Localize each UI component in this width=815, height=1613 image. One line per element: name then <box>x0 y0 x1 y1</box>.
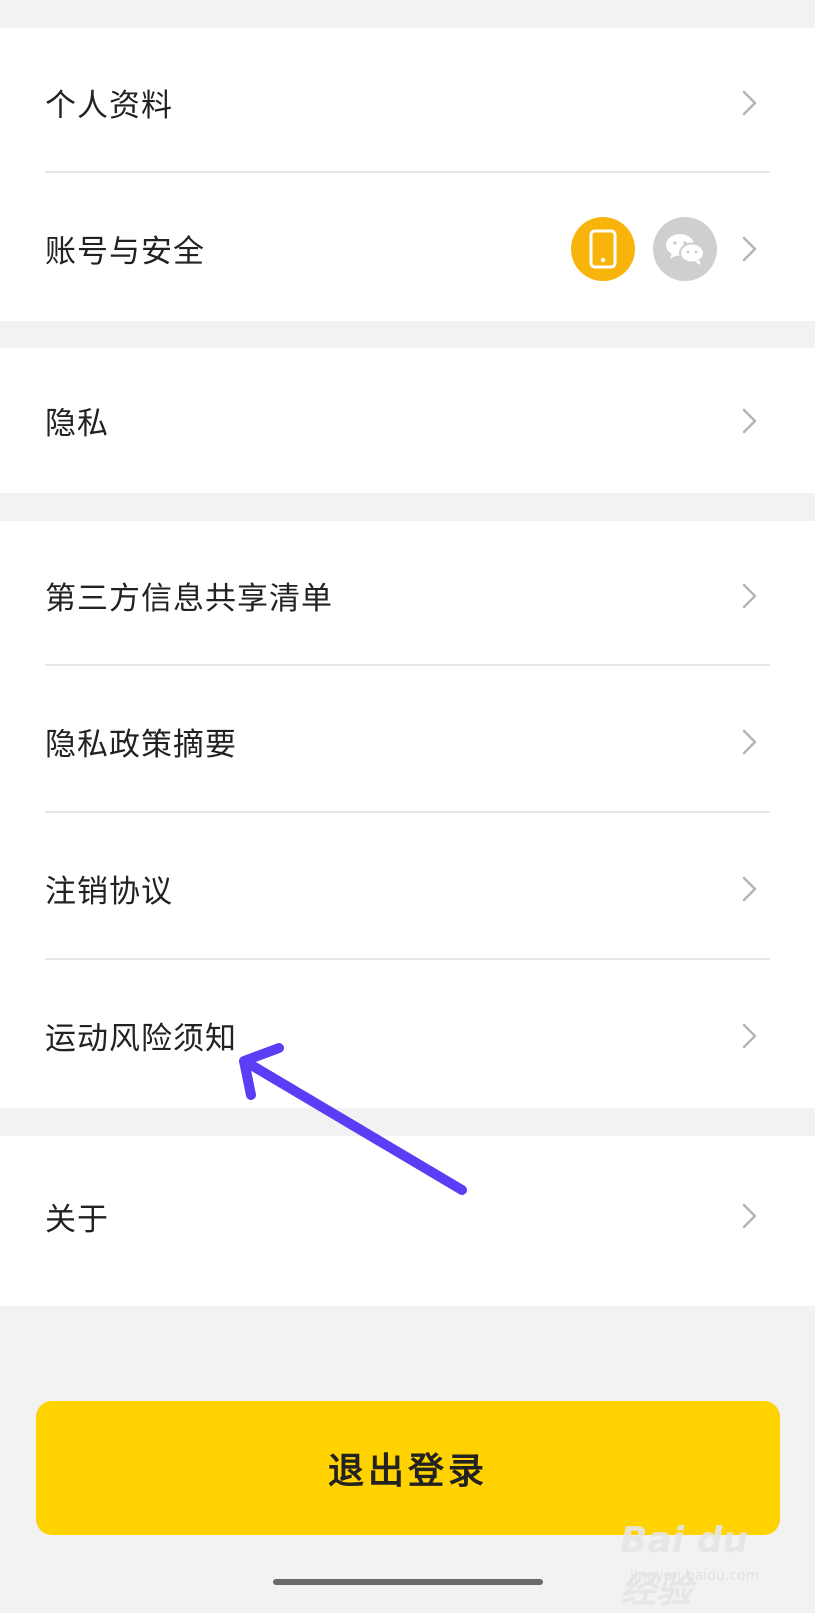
profile-row[interactable]: 个人资料 <box>0 28 815 177</box>
sport-risk-label: 运动风险须知 <box>45 1021 237 1057</box>
settings-group-about: 关于 <box>0 1136 815 1306</box>
bound-accounts <box>571 216 717 281</box>
third-party-row[interactable]: 第三方信息共享清单 <box>0 521 815 670</box>
profile-label: 个人资料 <box>45 88 173 124</box>
about-row[interactable]: 关于 <box>0 1136 815 1296</box>
baidu-watermark: Bai du 经验 jingyan.baidu.com <box>620 1520 790 1611</box>
privacy-label: 隐私 <box>45 406 109 442</box>
about-label: 关于 <box>45 1201 109 1238</box>
chevron-right-icon <box>742 729 757 754</box>
account-security-label: 账号与安全 <box>45 234 205 270</box>
chevron-right-icon <box>742 90 757 115</box>
chevron-right-icon <box>742 1023 757 1048</box>
chevron-right-icon <box>742 1203 757 1229</box>
policy-summary-row[interactable]: 隐私政策摘要 <box>0 667 815 816</box>
chevron-right-icon <box>742 583 757 608</box>
watermark-logo: Bai du 经验 <box>620 1520 749 1611</box>
watermark-url: jingyan.baidu.com <box>630 1568 760 1584</box>
cancel-agreement-row[interactable]: 注销协议 <box>0 814 815 963</box>
cancel-agreement-label: 注销协议 <box>45 874 173 910</box>
logout-button[interactable]: 退出登录 <box>36 1401 780 1535</box>
settings-group-account: 个人资料 账号与安全 <box>0 28 815 321</box>
chevron-right-icon <box>742 236 757 261</box>
third-party-label: 第三方信息共享清单 <box>45 581 333 617</box>
sport-risk-row[interactable]: 运动风险须知 <box>0 961 815 1110</box>
policy-summary-label: 隐私政策摘要 <box>45 727 237 763</box>
wechat-icon <box>653 216 717 281</box>
divider <box>45 171 770 173</box>
phone-icon <box>571 216 635 281</box>
privacy-row[interactable]: 隐私 <box>0 348 815 493</box>
settings-group-privacy: 隐私 <box>0 348 815 493</box>
chevron-right-icon <box>742 876 757 901</box>
home-indicator <box>273 1579 543 1585</box>
divider <box>45 664 770 666</box>
settings-group-legal: 第三方信息共享清单 隐私政策摘要 注销协议 运动风险须知 <box>0 521 815 1108</box>
account-security-row[interactable]: 账号与安全 <box>0 174 815 323</box>
divider <box>45 958 770 960</box>
divider <box>45 811 770 813</box>
chevron-right-icon <box>742 408 757 433</box>
